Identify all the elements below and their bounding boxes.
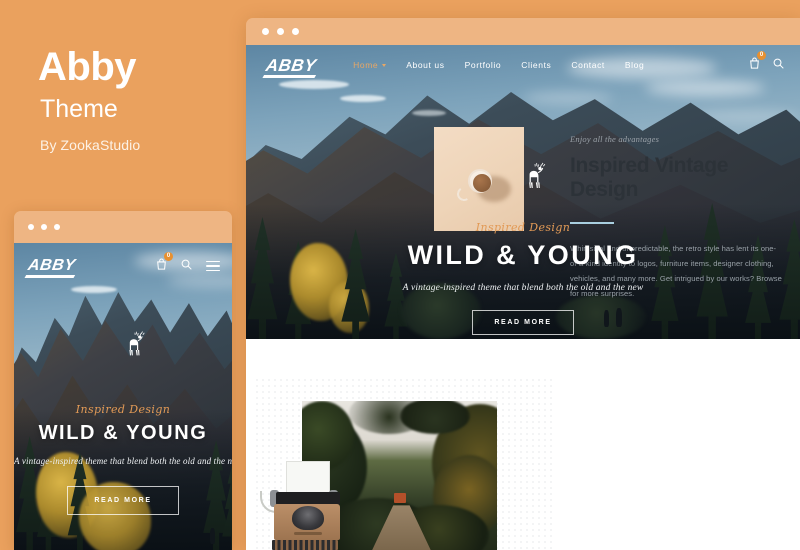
nav-item-contact[interactable]: Contact xyxy=(571,60,605,70)
nav-links: Home About us Portfolio Clients Contact … xyxy=(353,60,644,70)
window-maximize-dot[interactable] xyxy=(292,28,299,35)
coffee-cup xyxy=(468,168,493,193)
nav-item-portfolio[interactable]: Portfolio xyxy=(465,60,502,70)
hero-script-label: Inspired Design xyxy=(75,403,171,416)
desktop-viewport: ABBY Home About us Portfolio Clients Con… xyxy=(246,45,800,550)
typewriter-paper xyxy=(286,461,330,495)
window-maximize-dot[interactable] xyxy=(54,224,60,230)
cart-badge: 0 xyxy=(164,252,173,261)
search-button[interactable] xyxy=(181,257,192,275)
hero-title: WILD & YOUNG xyxy=(407,240,639,270)
hero-title: WILD & YOUNG xyxy=(38,422,208,444)
typewriter-keys xyxy=(272,540,338,550)
hero-tagline: A vintage-inspired theme that blend both… xyxy=(14,456,232,466)
nav-item-blog[interactable]: Blog xyxy=(625,60,644,70)
mobile-navbar: ABBY 0 xyxy=(14,243,232,289)
typewriter-typebars xyxy=(292,506,324,530)
nav-item-clients[interactable]: Clients xyxy=(521,60,551,70)
mobile-nav-icon-group: 0 xyxy=(156,252,220,275)
nav-icon-group: 0 xyxy=(749,51,784,74)
coffee-liquid xyxy=(473,173,492,192)
cart-button[interactable]: 0 xyxy=(749,51,766,74)
search-icon xyxy=(773,58,784,69)
hero-tagline: A vintage-inspired theme that blend both… xyxy=(402,283,644,293)
hero-read-more-button[interactable]: READ MORE xyxy=(67,486,179,515)
hamburger-menu-button[interactable] xyxy=(206,260,220,272)
hamburger-line xyxy=(206,265,220,267)
hero-copy: Inspired Design WILD & YOUNG A vintage-i… xyxy=(246,221,800,335)
hamburger-line xyxy=(206,260,220,263)
search-icon xyxy=(181,259,192,270)
nav-item-home[interactable]: Home xyxy=(353,60,387,70)
hero-read-more-button[interactable]: READ MORE xyxy=(472,310,574,335)
desktop-browser-window: ABBY Home About us Portfolio Clients Con… xyxy=(246,18,800,550)
desktop-titlebar xyxy=(246,18,800,45)
site-logo[interactable]: ABBY xyxy=(27,257,77,274)
hiker-figure xyxy=(210,527,216,544)
site-navbar: ABBY Home About us Portfolio Clients Con… xyxy=(246,45,800,85)
window-minimize-dot[interactable] xyxy=(277,28,284,35)
section-eyebrow: Enjoy all the advantages xyxy=(570,134,660,144)
cart-badge: 0 xyxy=(757,51,766,60)
coffee-photo xyxy=(434,127,524,231)
typewriter-illustration xyxy=(260,461,340,550)
search-button[interactable] xyxy=(773,56,784,74)
snow-patch xyxy=(412,109,447,116)
red-hut xyxy=(393,493,406,504)
hamburger-line xyxy=(206,269,220,272)
promo-subtitle: Theme xyxy=(40,95,118,123)
hero-script-label: Inspired Design xyxy=(475,221,571,234)
chevron-down-icon xyxy=(382,63,387,67)
cart-button[interactable]: 0 xyxy=(156,252,173,275)
branch-blob xyxy=(399,401,470,435)
mobile-hero-copy: Inspired Design WILD & YOUNG A vintage-i… xyxy=(14,403,232,515)
window-close-dot[interactable] xyxy=(28,224,34,230)
typewriter-body xyxy=(274,504,340,540)
deer-icon xyxy=(129,331,146,356)
window-close-dot[interactable] xyxy=(262,28,269,35)
promo-author: By ZookaStudio xyxy=(40,137,141,153)
typewriter-spacebar xyxy=(294,532,322,535)
mobile-hero-section: ABBY 0 Inspired Design WILD & YOUNG A vi… xyxy=(14,243,232,550)
window-minimize-dot[interactable] xyxy=(41,224,47,230)
mobile-browser-window: ABBY 0 Inspired Design WILD & YOUNG A vi… xyxy=(14,211,232,550)
snow-patch xyxy=(340,94,387,102)
promo-title: Abby xyxy=(38,45,137,89)
mobile-viewport: ABBY 0 Inspired Design WILD & YOUNG A vi… xyxy=(14,243,232,550)
nav-item-about-us[interactable]: About us xyxy=(406,60,444,70)
nav-item-home-label: Home xyxy=(353,60,379,70)
mobile-titlebar xyxy=(14,211,232,243)
section-heading: Inspired Vintage Design xyxy=(570,154,729,202)
features-section xyxy=(246,339,800,550)
site-logo[interactable]: ABBY xyxy=(264,56,317,75)
